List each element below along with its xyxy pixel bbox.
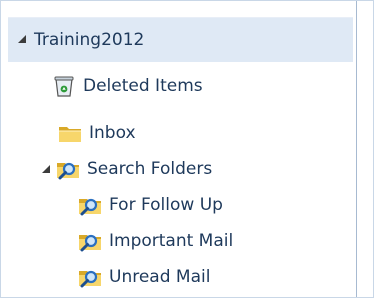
search-folder-icon	[57, 162, 79, 180]
collapse-triangle-icon[interactable]	[41, 164, 51, 174]
folder-label: Search Folders	[87, 159, 213, 179]
recycle-bin-icon	[54, 76, 74, 97]
account-header[interactable]: Training2012	[8, 17, 353, 62]
folder-icon	[59, 127, 81, 142]
folder-deleted-items[interactable]: Deleted Items	[1, 68, 351, 104]
search-folder-icon	[79, 270, 101, 288]
account-name: Training2012	[34, 30, 145, 50]
search-folder-icon	[79, 198, 101, 216]
folder-search-folders[interactable]: Search Folders	[1, 151, 351, 187]
folder-important-mail[interactable]: Important Mail	[1, 223, 351, 259]
folder-label: Unread Mail	[109, 267, 211, 287]
folder-label: Inbox	[89, 123, 136, 143]
folder-inbox[interactable]: Inbox	[1, 115, 351, 151]
folder-label: For Follow Up	[109, 195, 223, 215]
folder-label: Important Mail	[109, 231, 234, 251]
collapse-triangle-icon[interactable]	[17, 34, 27, 44]
folder-label: Deleted Items	[83, 76, 203, 96]
folder-pane: Training2012 Deleted Items Inbox Search …	[0, 0, 357, 298]
folder-for-follow-up[interactable]: For Follow Up	[1, 187, 351, 223]
search-folder-icon	[79, 234, 101, 252]
folder-unread-mail[interactable]: Unread Mail	[1, 259, 351, 295]
